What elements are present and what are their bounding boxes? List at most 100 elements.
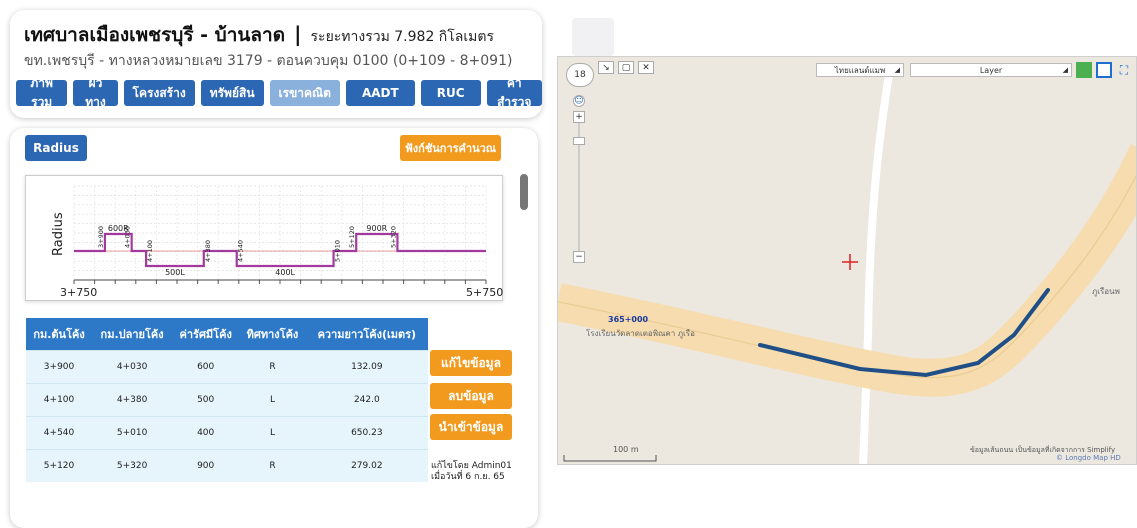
cell-start-km: 4+100 bbox=[26, 382, 93, 416]
header-card: เทศบาลเมืองเพชรบุรี - บ้านลาด | ระยะทางร… bbox=[10, 10, 542, 118]
cell-length: 650.23 bbox=[305, 415, 428, 449]
calculation-button[interactable]: ฟังก์ชันการคำนวณ bbox=[400, 135, 501, 161]
col-radius: ค่ารัศมีโค้ง bbox=[172, 318, 240, 350]
col-end-km: กม.ปลายโค้ง bbox=[92, 318, 173, 350]
map-panel[interactable]: 18 ↘ ▢ ✕ ☺ + − ไทยแลนด์แมพ ◢ Layer ◢ ⛶ 365… bbox=[557, 56, 1137, 465]
cell-direction: R bbox=[239, 349, 306, 383]
title-row: เทศบาลเมืองเพชรบุรี - บ้านลาด | ระยะทางร… bbox=[24, 20, 494, 50]
curve-table: กม.ต้นโค้ง กม.ปลายโค้ง ค่ารัศมีโค้ง ทิศท… bbox=[26, 318, 428, 482]
tab-overview[interactable]: ภาพรวม bbox=[16, 76, 68, 109]
geometry-panel: Radius ฟังก์ชันการคำนวณ 600R 3+900 4+030 50… bbox=[10, 128, 538, 528]
cell-radius: 600 bbox=[172, 349, 240, 383]
x-end-label: 5+750 bbox=[466, 286, 503, 299]
scrollbar-thumb[interactable] bbox=[520, 174, 528, 210]
scale-label: 100 m bbox=[613, 445, 639, 454]
cell-start-km: 5+120 bbox=[26, 448, 93, 482]
map-copyright: © Longdo Map HD bbox=[1056, 454, 1121, 462]
panel-scrollbar[interactable] bbox=[520, 174, 528, 524]
route-subtitle: ขท.เพชรบุรี - ทางหลวงหมายเลข 3179 - ตอนค… bbox=[24, 53, 513, 69]
chevron-down-icon: ◢ bbox=[894, 66, 900, 74]
cell-length: 132.09 bbox=[305, 349, 428, 383]
station-label: 4+100 bbox=[146, 240, 154, 262]
select-area-icon[interactable]: ▢ bbox=[618, 61, 634, 74]
table-row[interactable]: 5+120 5+320 900 R 279.02 bbox=[26, 448, 428, 482]
pan-control[interactable]: 18 bbox=[566, 63, 594, 87]
radius-chart-svg: 600R3+900 4+030500L4+100 4+380400L4+540 5+0… bbox=[51, 185, 503, 299]
cell-direction: R bbox=[239, 448, 306, 482]
radius-chart: 600R 3+900 4+030 500L 4+100 4+380 400L 4+540 5+0… bbox=[25, 175, 503, 301]
chevron-down-icon: ◢ bbox=[1062, 66, 1068, 74]
tab-geometry[interactable]: เรขาคณิต bbox=[269, 80, 340, 106]
tab-bar: ภาพรวม ผิวทาง โครงสร้าง ทรัพย์สิน เรขาคณ… bbox=[16, 76, 542, 109]
layer-select-value: Layer bbox=[979, 65, 1003, 75]
tab-survey[interactable]: ค่าสำรวจ bbox=[486, 76, 542, 109]
title-separator: | bbox=[294, 22, 302, 46]
station-label: 5+320 bbox=[389, 226, 397, 248]
col-start-km: กม.ต้นโค้ง bbox=[26, 318, 93, 350]
col-length: ความยาวโค้ง(เมตร) bbox=[305, 318, 428, 350]
poi-temple[interactable]: โรงเรียนวัดลาดเตอพิณคา ภูเรือ bbox=[586, 327, 695, 340]
zoom-out-icon[interactable]: − bbox=[573, 251, 585, 263]
cell-length: 242.0 bbox=[305, 382, 428, 416]
import-data-button[interactable]: นำเข้าข้อมูล bbox=[430, 414, 512, 440]
cell-radius: 900 bbox=[172, 448, 240, 482]
station-label: 5+010 bbox=[334, 240, 342, 262]
y-axis-label: Radius bbox=[51, 212, 66, 256]
cell-direction: L bbox=[239, 382, 306, 416]
edited-date: เมื่อวันที่ 6 ก.ย. 65 bbox=[431, 472, 505, 482]
cell-radius: 500 bbox=[172, 382, 240, 416]
tab-ruc[interactable]: RUC bbox=[420, 80, 481, 106]
station-marker: 365+000 bbox=[608, 315, 649, 324]
zoom-slider-handle[interactable] bbox=[573, 137, 585, 145]
zoom-in-icon[interactable]: + bbox=[573, 111, 585, 123]
col-direction: ทิศทางโค้ง bbox=[239, 318, 306, 350]
tab-pavement[interactable]: ผิวทาง bbox=[73, 76, 118, 109]
zoom-level-readout: 18 bbox=[574, 70, 586, 80]
person-icon[interactable]: ☺ bbox=[573, 95, 585, 107]
cell-start-km: 3+900 bbox=[26, 349, 93, 383]
basemap-select-value: ไทยแลนด์แมพ bbox=[834, 65, 886, 75]
basemap-select[interactable]: ไทยแลนด์แมพ ◢ bbox=[816, 63, 904, 77]
cell-direction: L bbox=[239, 415, 306, 449]
cell-end-km: 4+380 bbox=[92, 382, 173, 416]
measure-icon[interactable]: ↘ bbox=[598, 61, 614, 74]
delete-data-button[interactable]: ลบข้อมูล bbox=[430, 383, 512, 409]
edited-by: แก้ไขโดย Admin01 bbox=[431, 461, 512, 471]
minor-road bbox=[859, 66, 894, 464]
cell-end-km: 5+010 bbox=[92, 415, 173, 449]
edit-note: แก้ไขโดย Admin01 เมื่อวันที่ 6 ก.ย. 65 bbox=[431, 461, 512, 483]
tab-aadt[interactable]: AADT bbox=[345, 80, 415, 106]
radius-button[interactable]: Radius bbox=[25, 135, 87, 161]
map-canvas[interactable] bbox=[558, 57, 1137, 465]
table-header-row: กม.ต้นโค้ง กม.ปลายโค้ง ค่ารัศมีโค้ง ทิศท… bbox=[26, 318, 428, 350]
station-label: 4+380 bbox=[204, 240, 212, 262]
clear-icon[interactable]: ✕ bbox=[638, 61, 654, 74]
station-label: 4+030 bbox=[124, 226, 132, 248]
station-label: 3+900 bbox=[97, 226, 105, 248]
table-row[interactable]: 4+540 5+010 400 L 650.23 bbox=[26, 415, 428, 449]
edit-data-button[interactable]: แก้ไขข้อมูล bbox=[430, 350, 512, 376]
tab-assets[interactable]: ทรัพย์สิน bbox=[200, 80, 264, 106]
map-tab-stub bbox=[572, 18, 614, 56]
cell-radius: 400 bbox=[172, 415, 240, 449]
curve-label: 400L bbox=[275, 268, 295, 277]
table-row[interactable]: 3+900 4+030 600 R 132.09 bbox=[26, 349, 428, 383]
curve-label: 900R bbox=[366, 224, 387, 233]
cell-start-km: 4+540 bbox=[26, 415, 93, 449]
station-label: 5+120 bbox=[348, 226, 356, 248]
cell-end-km: 5+320 bbox=[92, 448, 173, 482]
page-title: เทศบาลเมืองเพชรบุรี - บ้านลาด bbox=[24, 24, 286, 46]
poi-right[interactable]: ภูเรือนพ bbox=[1092, 285, 1120, 298]
map-layer-icon[interactable] bbox=[1076, 62, 1092, 78]
split-view-icon[interactable] bbox=[1096, 62, 1112, 78]
layer-select[interactable]: Layer ◢ bbox=[910, 63, 1072, 77]
scale-bar bbox=[563, 455, 657, 462]
total-distance: ระยะทางรวม 7.982 กิโลเมตร bbox=[310, 29, 495, 45]
fullscreen-icon[interactable]: ⛶ bbox=[1116, 62, 1132, 78]
table-row[interactable]: 4+100 4+380 500 L 242.0 bbox=[26, 382, 428, 416]
station-label: 4+540 bbox=[237, 240, 245, 262]
curve-label: 500L bbox=[165, 268, 185, 277]
main-road bbox=[558, 144, 1136, 397]
tab-structure[interactable]: โครงสร้าง bbox=[123, 80, 195, 106]
x-start-label: 3+750 bbox=[60, 286, 97, 299]
